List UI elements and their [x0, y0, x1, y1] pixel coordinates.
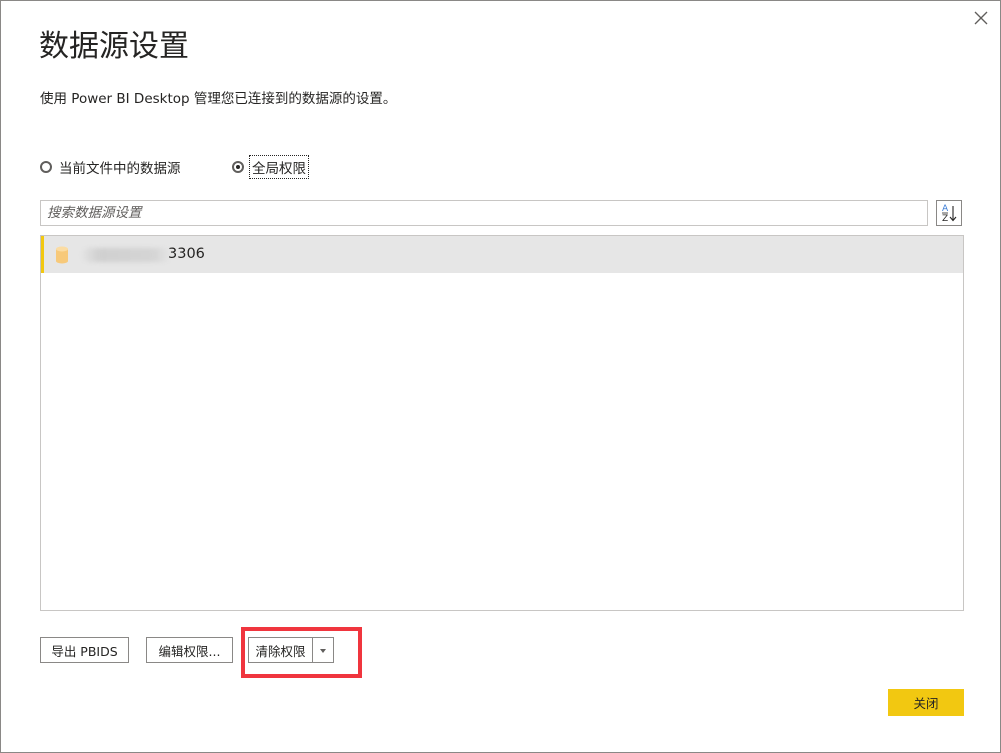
edit-permissions-button[interactable]: 编辑权限...	[146, 637, 233, 663]
data-source-list[interactable]: 3306	[40, 235, 964, 611]
data-source-settings-dialog: 数据源设置 使用 Power BI Desktop 管理您已连接到的数据源的设置…	[0, 0, 1001, 753]
radio-global-permissions-label: 全局权限	[249, 155, 309, 179]
clear-permissions-split-button: 清除权限	[248, 637, 334, 663]
search-input[interactable]	[40, 200, 928, 226]
svg-text:Z: Z	[942, 214, 948, 224]
close-button[interactable]: 关闭	[888, 689, 964, 716]
radio-current-file[interactable]: 当前文件中的数据源	[40, 157, 181, 177]
redacted-address	[82, 248, 170, 262]
radio-selected-icon	[232, 161, 244, 173]
svg-text:A: A	[942, 204, 949, 214]
dialog-description: 使用 Power BI Desktop 管理您已连接到的数据源的设置。	[40, 91, 397, 107]
radio-current-file-label: 当前文件中的数据源	[59, 161, 181, 177]
dialog-title: 数据源设置	[39, 29, 189, 64]
database-icon	[56, 246, 68, 264]
radio-unselected-icon	[40, 161, 52, 173]
data-source-label: 3306	[168, 246, 205, 262]
clear-permissions-button[interactable]: 清除权限	[249, 638, 312, 662]
sort-az-icon: A Z	[942, 204, 957, 224]
list-item[interactable]: 3306	[41, 236, 963, 273]
close-icon[interactable]	[970, 7, 992, 29]
export-pbids-button[interactable]: 导出 PBIDS	[40, 637, 129, 663]
sort-button[interactable]: A Z	[936, 200, 962, 226]
chevron-down-icon[interactable]	[313, 638, 333, 662]
radio-global-permissions[interactable]: 全局权限	[232, 155, 309, 179]
